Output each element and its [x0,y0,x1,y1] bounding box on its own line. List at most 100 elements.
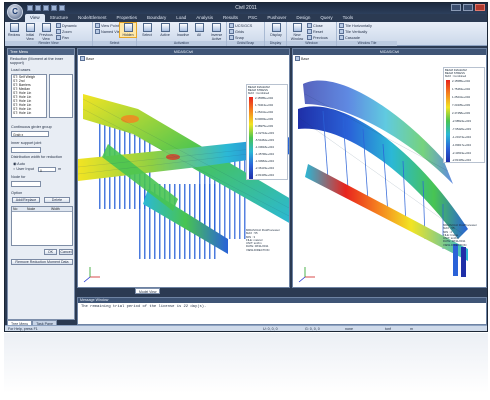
message-text: The remaining trial period of the licens… [81,305,207,309]
message-window: Message Window The remaining trial perio… [77,297,487,325]
unit-label: m [58,167,62,171]
legend-tick: 2.15585e+004 [452,79,470,83]
postprocessor-info-left: MIDAS/Civil PostProcessor MAX : 55 MIN :… [246,228,280,252]
reduction-table[interactable]: No Node Width [11,206,73,246]
group-label-activation: Activation [137,41,226,46]
inverse-active-button[interactable]: Inverse Active [207,23,226,41]
snap-button[interactable]: Snap [229,35,244,40]
redraw-button[interactable]: Redraw [6,23,22,37]
tab-boundary[interactable]: Boundary [142,14,171,22]
selected-cases-list[interactable] [49,74,73,118]
tab-load[interactable]: Load [171,14,191,22]
force-unit[interactable]: tonf [385,326,391,331]
zoom-icon [56,29,61,34]
hidden-button[interactable]: Hidden [119,22,137,38]
user-width-input[interactable]: 0 [38,167,56,173]
tree-menu-panel: Tree Menu Reduction (Moment at the inner… [7,48,75,320]
girder-group-select[interactable]: Grab x [11,131,49,137]
initial-view-button[interactable]: Initial View [22,23,38,41]
legend-tick: -1.02744e+003 [255,131,274,135]
tab-results[interactable]: Results [218,14,243,22]
new-window-button[interactable]: New Window [289,23,305,41]
legend-tick: 8.00693e+003 [255,117,273,121]
close-window-icon [307,23,312,28]
add-replace-button[interactable]: Add/Replace [12,197,40,203]
close-window-button[interactable]: Close [307,23,323,28]
ok-button[interactable]: OK [44,249,57,255]
viewport-right[interactable]: MIDAS/Civil Base BEAM DIAGRAM BEAM STRES… [292,48,487,288]
ribbon-group-activation: Select Active Inactive All Inverse Activ… [137,22,227,46]
previous-window-button[interactable]: Previous [307,35,328,40]
initial-view-icon [25,23,35,32]
legend-color-bar [249,97,253,179]
select-button[interactable]: Select [139,23,155,37]
ucs-gcs-button[interactable]: UCS/GCS [229,23,252,28]
inner-support-input[interactable] [11,147,41,153]
tab-model-view[interactable]: Model View [135,288,161,294]
node-for-input[interactable] [11,181,41,187]
display-button[interactable]: Display [268,23,284,37]
tile-horizontally-button[interactable]: Tile Horizontally [339,23,372,28]
tab-view[interactable]: View [25,14,45,22]
legend-tick: 7.23435e+003 [452,103,470,107]
delete-button[interactable]: Delete [44,197,70,203]
viewport-left[interactable]: MIDAS/Civil Base BEAM DIAGRAM BEAM STRES… [77,48,290,288]
legend-tick: 1.25241e+004 [452,95,470,99]
length-unit[interactable]: m [410,326,413,331]
new-window-icon [292,23,302,32]
tile-vertically-button[interactable]: Tile Vertically [339,29,367,34]
cascade-button[interactable]: Cascade [339,35,360,40]
previous-view-button[interactable]: Previous View [38,23,54,41]
tab-query[interactable]: Query [315,14,337,22]
view-point-button[interactable]: View Point [95,23,119,28]
legend-tick: -2.98524e+003 [452,119,471,123]
previous-icon [307,35,312,40]
auto-radio[interactable]: ◉ Auto [13,161,25,166]
tab-tools[interactable]: Tools [338,14,359,22]
list-item[interactable]: ST: Hole Lin [12,111,46,115]
select-icon [142,23,152,32]
tab-structure[interactable]: Structure [45,14,73,22]
active-button[interactable]: Active [157,23,173,37]
user-input-radio[interactable]: ○ User Input [13,167,34,171]
inactive-button[interactable]: Inactive [175,23,191,37]
legend-tick: -1.20174e+004 [452,135,471,139]
legend-tick: -1.00618e+004 [255,145,274,149]
zoom-button[interactable]: Zoom [56,29,72,34]
grids-button[interactable]: Grids [229,29,244,34]
all-button[interactable]: All [191,23,207,37]
dynamic-button[interactable]: Dynamic [56,23,77,28]
named-view-button[interactable]: Named View [95,29,122,34]
cancel-button[interactable]: Cancel [59,249,73,255]
stress-legend-left: BEAM DIAGRAM BEAM STRESS MAX : Combined … [246,84,288,180]
remove-all-button[interactable]: Remove Reduction Moment Data [11,259,73,265]
legend-tick: 1.75463e+004 [452,87,470,91]
minimize-button[interactable] [451,4,461,11]
tile-horizontal-icon [339,23,344,28]
maximize-button[interactable] [463,4,473,11]
close-button[interactable] [475,4,485,11]
tab-properties[interactable]: Properties [111,14,142,22]
group-label-window: Window [287,41,336,46]
tab-analysis[interactable]: Analysis [191,14,218,22]
reset-window-button[interactable]: Reset [307,29,323,34]
pan-icon [56,35,61,40]
app-logo-button[interactable]: C [7,4,23,20]
node-for-label: Node for [11,175,26,179]
tab-psc[interactable]: PSC [243,14,262,22]
column-header: No [13,207,18,211]
tab-node-element[interactable]: Node/Element [73,14,112,22]
load-cases-list[interactable]: ST: Self Weigh ST: 2nd ST: Barriers ST: … [11,74,47,118]
tab-design[interactable]: Design [291,14,315,22]
tab-pushover[interactable]: Pushover [262,14,291,22]
selection-filter[interactable]: none [345,326,353,331]
view-point-icon [95,23,100,28]
ucs-icon [229,23,234,28]
legend-tick: -1.45790e+004 [255,152,274,156]
hidden-icon [123,23,133,32]
window-title: Civil 2011 [235,5,257,11]
pan-button[interactable]: Pan [56,35,69,40]
legend-tick: -5.54462e+003 [255,138,274,142]
legend-tick: 2.15585e+004 [255,96,273,100]
postprocessor-info-right: MIDAS/Civil PostProcessor MAX : 55 MIN :… [443,223,477,247]
